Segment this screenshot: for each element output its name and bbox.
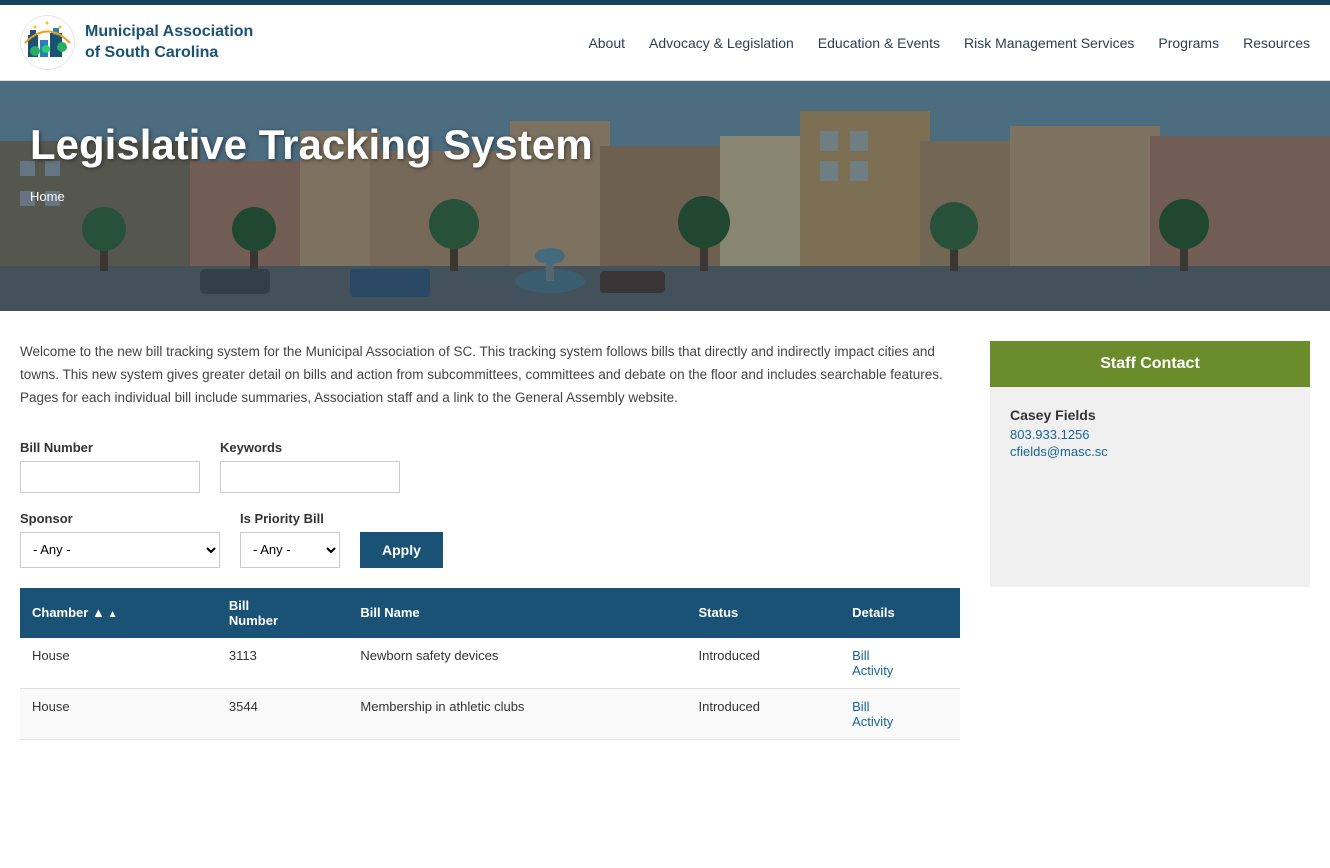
- cell-details: Bill Activity: [840, 638, 960, 689]
- hero-content: Legislative Tracking System Home: [0, 81, 1330, 214]
- bill-number-label: Bill Number: [20, 440, 200, 455]
- logo-area: Municipal Association of South Carolina: [20, 15, 253, 70]
- header: Municipal Association of South Carolina …: [0, 5, 1330, 81]
- staff-contact-header: Staff Contact: [990, 341, 1310, 387]
- cell-status: Introduced: [687, 688, 841, 739]
- sponsor-group: Sponsor - Any -: [20, 511, 220, 568]
- logo-text: Municipal Association of South Carolina: [85, 22, 253, 64]
- cell-chamber: House: [20, 638, 217, 689]
- intro-text: Welcome to the new bill tracking system …: [20, 341, 960, 410]
- col-chamber[interactable]: Chamber ▲: [20, 588, 217, 638]
- priority-select[interactable]: - Any -: [240, 532, 340, 568]
- cell-details: Bill Activity: [840, 688, 960, 739]
- table-row: House 3544 Membership in athletic clubs …: [20, 688, 960, 739]
- priority-group: Is Priority Bill - Any -: [240, 511, 340, 568]
- col-bill-number: BillNumber: [217, 588, 348, 638]
- bill-link-0[interactable]: Bill: [852, 648, 948, 663]
- keywords-group: Keywords: [220, 440, 400, 493]
- breadcrumb-home-link[interactable]: Home: [30, 189, 65, 204]
- cell-bill-name: Newborn safety devices: [348, 638, 686, 689]
- form-row-1: Bill Number Keywords: [20, 440, 960, 493]
- search-form: Bill Number Keywords Sponsor - Any - Is …: [20, 440, 960, 568]
- nav-education[interactable]: Education & Events: [818, 35, 940, 51]
- col-bill-name: Bill Name: [348, 588, 686, 638]
- main-nav: About Advocacy & Legislation Education &…: [588, 35, 1310, 51]
- table-body: House 3113 Newborn safety devices Introd…: [20, 638, 960, 740]
- hero-section: Legislative Tracking System Home: [0, 81, 1330, 311]
- bill-link-1[interactable]: Bill: [852, 699, 948, 714]
- table-row: House 3113 Newborn safety devices Introd…: [20, 638, 960, 689]
- main-layout: Welcome to the new bill tracking system …: [0, 311, 1330, 770]
- nav-resources[interactable]: Resources: [1243, 35, 1310, 51]
- sidebar: Staff Contact Casey Fields 803.933.1256 …: [990, 341, 1310, 587]
- priority-label: Is Priority Bill: [240, 511, 340, 526]
- activity-link-0[interactable]: Activity: [852, 663, 948, 678]
- activity-link-1[interactable]: Activity: [852, 714, 948, 729]
- bill-table: Chamber ▲ BillNumber Bill Name Status De…: [20, 588, 960, 740]
- cell-bill-name: Membership in athletic clubs: [348, 688, 686, 739]
- nav-programs[interactable]: Programs: [1158, 35, 1219, 51]
- bill-number-input[interactable]: [20, 461, 200, 493]
- cell-status: Introduced: [687, 638, 841, 689]
- bill-number-group: Bill Number: [20, 440, 200, 493]
- keywords-input[interactable]: [220, 461, 400, 493]
- staff-contact-body: Casey Fields 803.933.1256 cfields@masc.s…: [990, 387, 1310, 587]
- nav-about[interactable]: About: [588, 35, 625, 51]
- staff-phone[interactable]: 803.933.1256: [1010, 427, 1290, 442]
- sponsor-select[interactable]: - Any -: [20, 532, 220, 568]
- col-status: Status: [687, 588, 841, 638]
- cell-bill-number: 3113: [217, 638, 348, 689]
- form-row-2: Sponsor - Any - Is Priority Bill - Any -…: [20, 511, 960, 568]
- cell-chamber: House: [20, 688, 217, 739]
- logo-icon: [20, 15, 75, 70]
- table-header: Chamber ▲ BillNumber Bill Name Status De…: [20, 588, 960, 638]
- staff-email[interactable]: cfields@masc.sc: [1010, 444, 1290, 459]
- keywords-label: Keywords: [220, 440, 400, 455]
- sponsor-label: Sponsor: [20, 511, 220, 526]
- nav-advocacy[interactable]: Advocacy & Legislation: [649, 35, 794, 51]
- col-details: Details: [840, 588, 960, 638]
- apply-button[interactable]: Apply: [360, 532, 443, 568]
- content-area: Welcome to the new bill tracking system …: [20, 341, 990, 740]
- hero-title: Legislative Tracking System: [30, 121, 1300, 169]
- cell-bill-number: 3544: [217, 688, 348, 739]
- breadcrumb: Home: [30, 189, 1300, 204]
- nav-risk[interactable]: Risk Management Services: [964, 35, 1134, 51]
- staff-name: Casey Fields: [1010, 407, 1290, 423]
